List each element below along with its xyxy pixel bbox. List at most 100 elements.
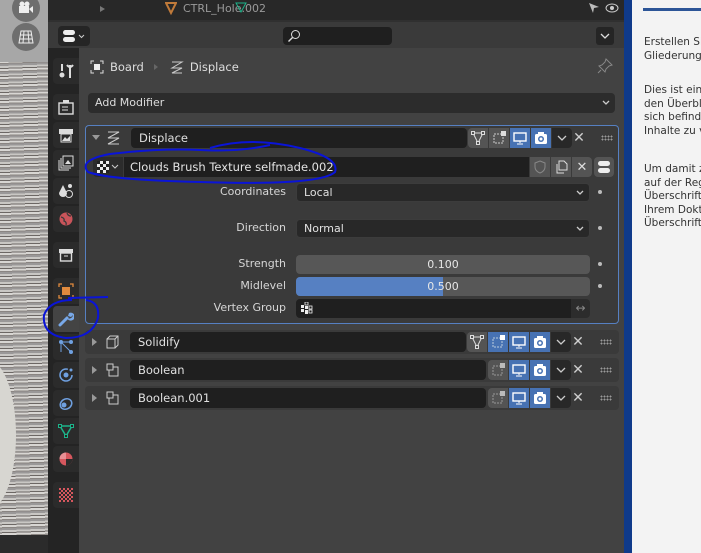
physics-icon — [59, 368, 73, 382]
duplicate-texture-button[interactable] — [551, 157, 571, 177]
selectable-icon[interactable] — [588, 2, 600, 14]
tab-world[interactable] — [53, 206, 79, 232]
edit-mode-toggle[interactable] — [467, 332, 487, 352]
on-cage-toggle[interactable] — [489, 128, 509, 148]
modifier-extras-dropdown[interactable] — [552, 128, 572, 148]
remove-modifier-button[interactable]: ✕ — [571, 128, 587, 148]
drag-handle-icon[interactable] — [600, 367, 612, 373]
editor-type-selector[interactable] — [58, 26, 90, 46]
modifier-header[interactable]: Boolean ✕ — [85, 358, 619, 382]
midlevel-slider-fill — [296, 277, 443, 296]
remove-modifier-button[interactable]: ✕ — [570, 360, 586, 380]
render-toggle[interactable] — [530, 332, 550, 352]
coordinates-dropdown[interactable]: Local — [296, 183, 590, 202]
modifier-header[interactable]: Solidify ✕ — [85, 330, 619, 354]
modifier-name-field[interactable]: Displace — [131, 128, 467, 148]
drag-handle-icon[interactable] — [600, 339, 612, 345]
tab-modifiers[interactable] — [53, 306, 79, 332]
render-toggle[interactable] — [530, 360, 550, 380]
ortho-grid-button[interactable] — [12, 23, 40, 51]
tab-constraints[interactable] — [53, 390, 79, 416]
midlevel-slider[interactable]: 0.500 — [296, 277, 590, 296]
texture-name-field[interactable]: Clouds Brush Texture selfmade.002 — [124, 157, 529, 177]
chevron-down-icon — [111, 164, 119, 169]
visibility-eye-icon[interactable] — [605, 2, 619, 14]
tab-render[interactable] — [53, 94, 79, 120]
expand-arrow-icon[interactable] — [92, 394, 97, 402]
modifier-name-field[interactable]: Solidify — [130, 332, 466, 352]
tab-collection[interactable] — [53, 242, 79, 268]
add-modifier-dropdown[interactable]: Add Modifier — [88, 93, 615, 113]
remove-modifier-button[interactable]: ✕ — [570, 388, 586, 408]
doc-line: Erstellen Si — [644, 36, 701, 48]
tab-scene[interactable] — [53, 178, 79, 204]
direction-dropdown[interactable]: Normal — [296, 219, 590, 238]
tab-output[interactable] — [53, 122, 79, 148]
doc-line: Dies ist ein — [644, 84, 701, 96]
render-toggle[interactable] — [530, 388, 550, 408]
remove-modifier-button[interactable]: ✕ — [570, 332, 586, 352]
keyframe-dot-icon[interactable] — [598, 262, 602, 266]
chevron-down-icon — [556, 395, 566, 401]
outliner-row[interactable]: CTRL_Hole.002 — [48, 0, 656, 20]
monitor-icon — [512, 364, 526, 377]
on-cage-toggle[interactable] — [488, 360, 508, 380]
drag-handle-icon[interactable] — [601, 135, 613, 141]
empty-object-icon — [165, 2, 177, 15]
keyframe-dot-icon[interactable] — [598, 284, 602, 288]
tab-data[interactable] — [53, 418, 79, 444]
properties-search-input[interactable] — [283, 27, 392, 45]
modifier-header[interactable]: Boolean.001 ✕ — [85, 386, 619, 410]
shield-icon — [534, 160, 546, 174]
tab-view-layer[interactable] — [53, 150, 79, 176]
realtime-display-toggle[interactable] — [509, 388, 529, 408]
tab-object[interactable] — [53, 278, 79, 304]
modifier-panel-boolean: Boolean ✕ — [85, 358, 619, 382]
fake-user-button[interactable] — [530, 157, 550, 177]
modifier-name-field[interactable]: Boolean — [130, 360, 486, 380]
document-page: Erstellen Si Gliederung Dies ist ein den… — [632, 0, 701, 553]
header-options-dropdown[interactable] — [596, 27, 614, 45]
modifier-extras-dropdown[interactable] — [551, 388, 571, 408]
midlevel-value: 0.500 — [427, 280, 459, 293]
pin-icon[interactable] — [597, 58, 613, 74]
collapse-arrow-icon[interactable] — [92, 135, 100, 140]
expand-arrow-icon[interactable] — [92, 366, 97, 374]
realtime-display-toggle[interactable] — [510, 128, 530, 148]
texture-browse-button[interactable] — [93, 157, 123, 177]
on-cage-toggle[interactable] — [488, 388, 508, 408]
tab-tool[interactable] — [53, 58, 79, 84]
expand-arrow-icon[interactable] — [100, 6, 105, 12]
edit-mode-toggle[interactable] — [468, 128, 488, 148]
keyframe-dot-icon[interactable] — [598, 190, 602, 194]
vertex-group-field[interactable] — [296, 299, 571, 318]
3d-viewport[interactable] — [0, 0, 48, 553]
keyframe-dot-icon[interactable] — [598, 226, 602, 230]
unlink-texture-button[interactable]: ✕ — [572, 157, 592, 177]
texture-properties-button[interactable] — [594, 157, 614, 177]
chevron-down-icon — [576, 226, 584, 231]
tab-material[interactable] — [53, 446, 79, 472]
tab-particles[interactable] — [53, 334, 79, 360]
expand-arrow-icon[interactable] — [92, 338, 97, 346]
midlevel-label: Midlevel — [240, 279, 286, 292]
tab-physics[interactable] — [53, 362, 79, 388]
modifier-extras-dropdown[interactable] — [551, 360, 571, 380]
tab-texture[interactable] — [53, 482, 79, 508]
modifier-name-field[interactable]: Boolean.001 — [130, 388, 486, 408]
invert-vertex-group-button[interactable]: ↔ — [571, 299, 590, 318]
chevron-down-icon — [557, 135, 567, 141]
on-cage-toggle[interactable] — [488, 332, 508, 352]
strength-slider[interactable]: 0.100 — [296, 255, 590, 274]
displace-modifier-icon — [107, 131, 120, 145]
on-cage-icon — [492, 363, 505, 376]
drag-handle-icon[interactable] — [600, 395, 612, 401]
render-icon — [58, 100, 74, 115]
doc-line: sich befind — [644, 111, 701, 123]
world-icon — [59, 212, 73, 226]
modifier-header[interactable]: Displace ✕ — [86, 126, 618, 150]
modifier-extras-dropdown[interactable] — [551, 332, 571, 352]
realtime-display-toggle[interactable] — [509, 360, 529, 380]
realtime-display-toggle[interactable] — [509, 332, 529, 352]
render-toggle[interactable] — [531, 128, 551, 148]
